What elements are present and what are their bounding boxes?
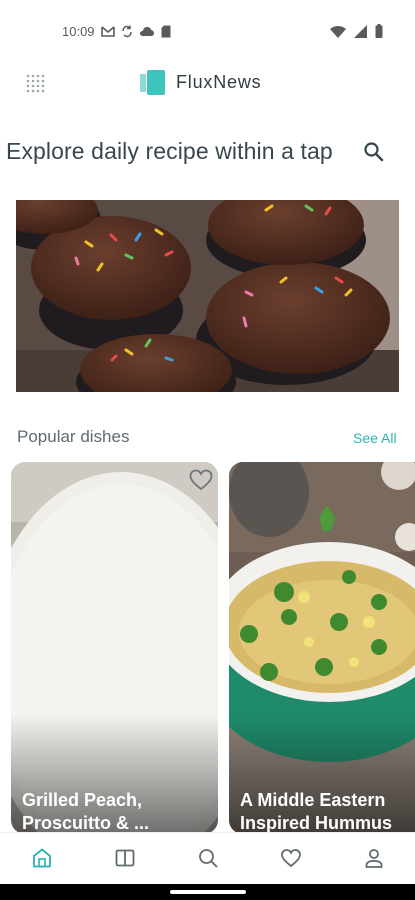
nav-search[interactable] — [197, 847, 219, 869]
nav-book[interactable] — [114, 847, 136, 869]
signal-icon — [354, 24, 367, 38]
search-icon — [364, 142, 384, 162]
status-right — [330, 24, 383, 38]
nav-favorites[interactable] — [280, 847, 302, 869]
brand: FluxNews — [140, 68, 261, 96]
app-name: FluxNews — [176, 71, 262, 92]
section-title-popular: Popular dishes — [17, 427, 130, 446]
favorite-button[interactable] — [188, 467, 214, 493]
page-headline: Explore daily recipe within a tap — [6, 138, 333, 164]
sim-card-icon — [161, 25, 171, 38]
flux-logo-icon — [140, 70, 165, 95]
home-icon — [33, 848, 51, 868]
search-icon — [199, 849, 218, 868]
status-bar: 10:09 — [0, 0, 415, 64]
wifi-icon — [330, 25, 346, 38]
dish-card[interactable]: Grilled Peach, Proscuitto & ... — [11, 462, 218, 834]
dish-card[interactable]: A Middle Eastern Inspired Hummus — [229, 462, 415, 834]
person-icon — [365, 849, 383, 868]
dish-title: Grilled Peach, Proscuitto & ... — [22, 790, 150, 833]
app-header: FluxNews — [0, 64, 415, 104]
system-home-bar — [0, 884, 415, 900]
status-left: 10:09 — [62, 24, 171, 39]
bottom-nav — [0, 832, 415, 884]
nav-profile[interactable] — [363, 847, 385, 869]
menu-button[interactable] — [24, 72, 46, 94]
dish-title: A Middle Eastern Inspired Hummus — [240, 790, 393, 833]
battery-icon — [375, 24, 383, 38]
see-all-link[interactable]: See All — [353, 430, 397, 446]
heart-icon — [281, 849, 301, 868]
hero-banner[interactable] — [16, 200, 399, 392]
nav-home[interactable] — [31, 847, 53, 869]
search-button[interactable] — [362, 140, 386, 164]
cupcakes-image — [16, 200, 399, 392]
dots-grid-icon — [26, 74, 45, 93]
status-time: 10:09 — [62, 24, 95, 39]
sync-icon — [121, 25, 132, 38]
heart-outline-icon — [189, 469, 213, 491]
cloud-icon — [139, 27, 154, 36]
home-indicator[interactable] — [170, 890, 246, 894]
gmail-icon — [100, 26, 115, 37]
book-icon — [115, 849, 135, 867]
